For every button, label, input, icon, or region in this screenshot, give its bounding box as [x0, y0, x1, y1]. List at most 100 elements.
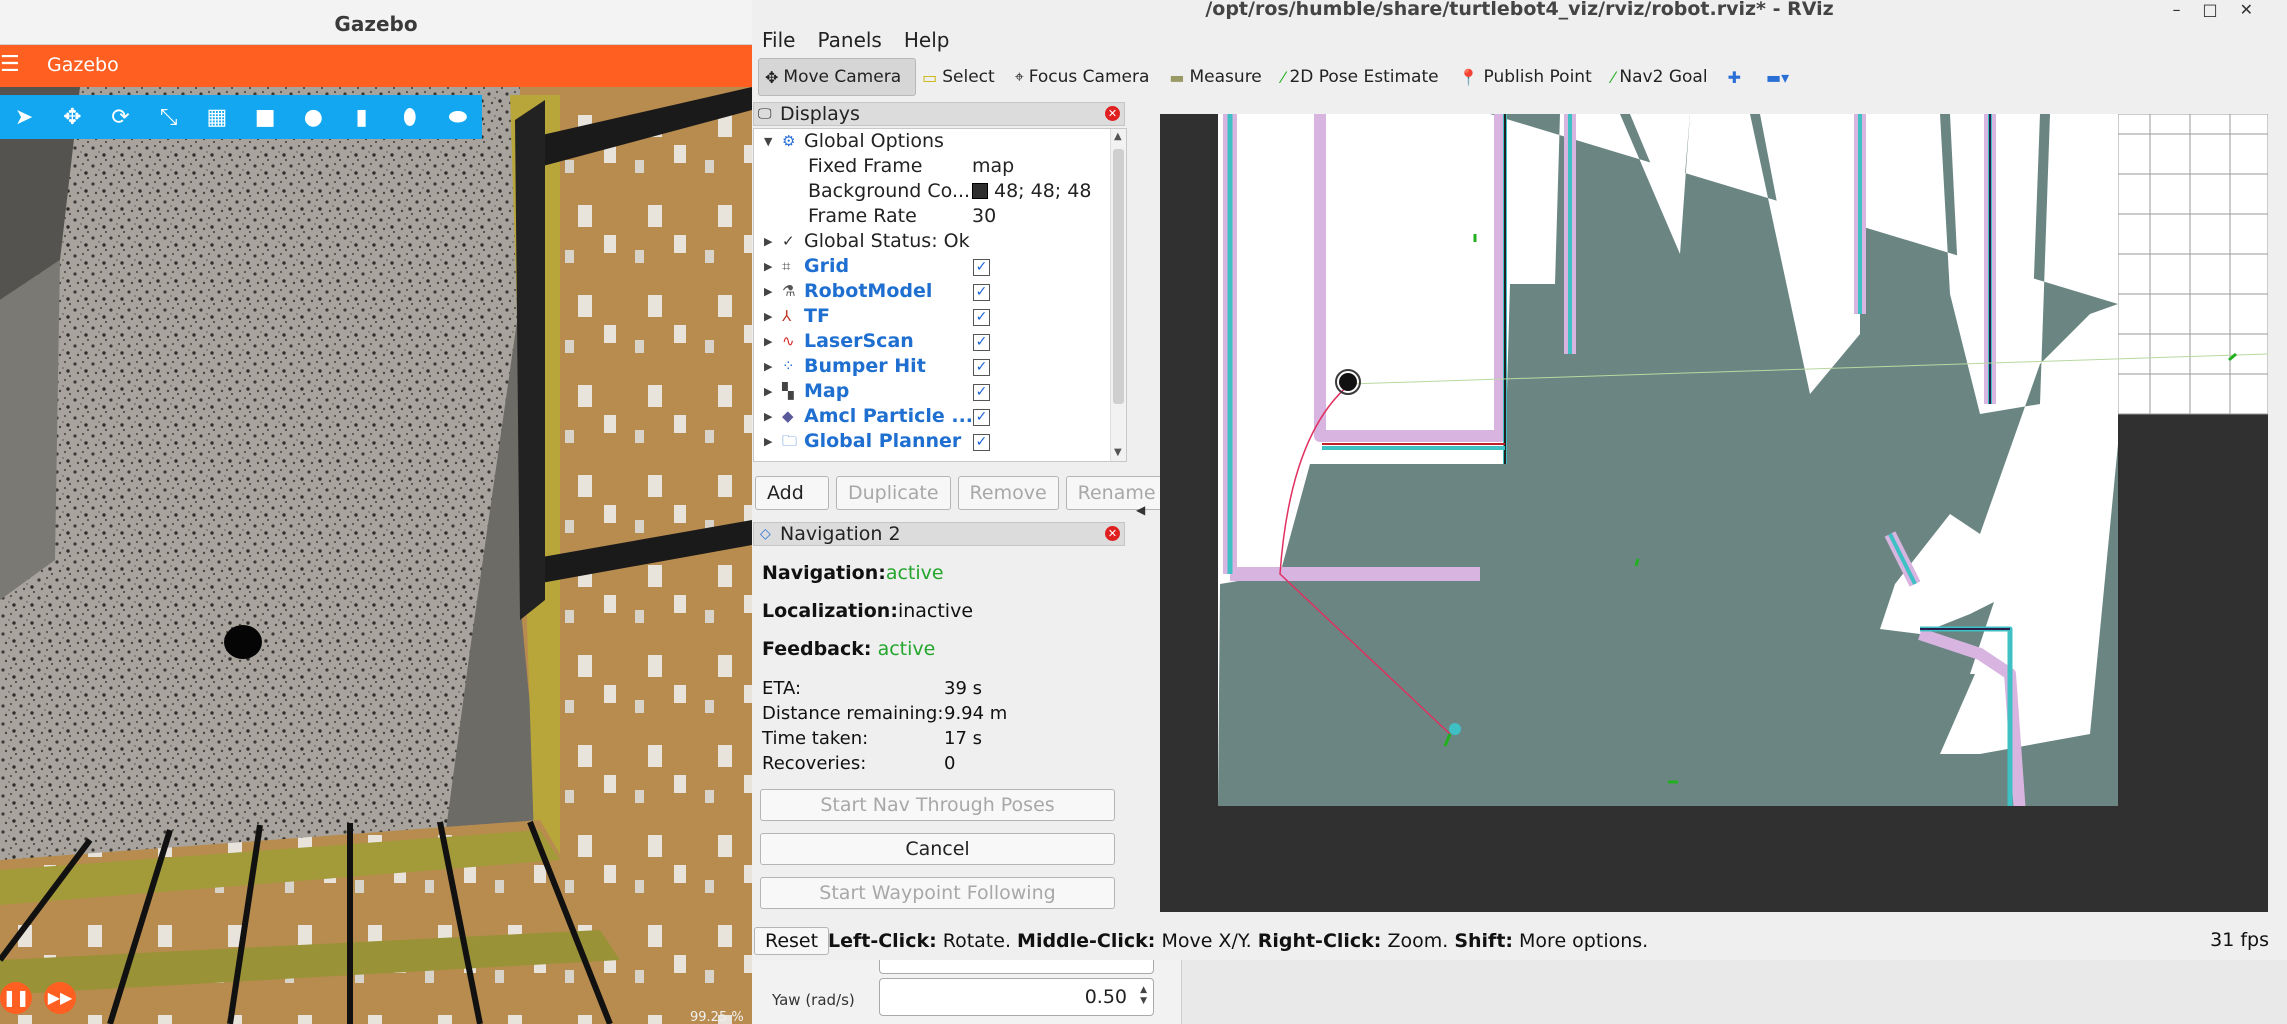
collapsed-arrow-icon[interactable]: ▶	[764, 354, 772, 379]
collapsed-arrow-icon[interactable]: ▶	[764, 404, 772, 429]
collapsed-arrow-icon[interactable]: ▶	[764, 229, 772, 254]
nav2-goal-button[interactable]: ⁄ Nav2 Goal	[1606, 58, 1722, 96]
left-click-text: Rotate.	[936, 930, 1018, 952]
displays-panel-header: 🖵 Displays ✕	[753, 102, 1125, 126]
start-nav-through-poses-button[interactable]: Start Nav Through Poses	[760, 789, 1115, 821]
display-checkbox[interactable]: ✓	[973, 434, 990, 451]
box-icon[interactable]: ■	[241, 95, 289, 139]
grid-icon[interactable]: ▦	[193, 95, 241, 139]
display-name: Bumper Hit	[804, 355, 926, 377]
reset-button[interactable]: Reset	[754, 927, 830, 955]
minimize-icon[interactable]: –	[2172, 0, 2202, 19]
gazebo-3d-scene[interactable]	[0, 87, 752, 1024]
ellipsoid-icon[interactable]: ⬬	[434, 95, 482, 139]
time-taken-value: 17 s	[944, 728, 983, 749]
yaw-field[interactable]: 0.50 ▲ ▼	[879, 978, 1154, 1016]
rename-button[interactable]: Rename	[1065, 476, 1168, 510]
display-checkbox[interactable]: ✓	[973, 284, 990, 301]
tree-row-map[interactable]: ▶ ▚ Map ✓	[754, 379, 1114, 404]
close-panel-icon[interactable]: ✕	[1105, 526, 1120, 541]
tree-row-grid[interactable]: ▶ ⌗ Grid ✓	[754, 254, 1114, 279]
scale-icon[interactable]: ⤡	[145, 95, 193, 139]
collapsed-arrow-icon[interactable]: ▶	[764, 329, 772, 354]
scroll-up-icon[interactable]: ▲	[1114, 131, 1122, 142]
display-checkbox[interactable]: ✓	[973, 309, 990, 326]
select-button[interactable]: ▭ Select	[916, 58, 1009, 96]
tree-row-global-options[interactable]: ▼ ⚙ Global Options	[754, 129, 1114, 154]
rviz-3d-view[interactable]	[1160, 114, 2268, 912]
collapsed-arrow-icon[interactable]: ▶	[764, 254, 772, 279]
close-icon[interactable]: ✕	[2240, 0, 2275, 19]
tree-row-frame-rate[interactable]: Frame Rate 30	[754, 204, 1114, 229]
cancel-button[interactable]: Cancel	[760, 833, 1115, 865]
translate-icon[interactable]: ✥	[48, 95, 96, 139]
scroll-down-icon[interactable]: ▼	[1114, 447, 1122, 458]
tree-row-robotmodel[interactable]: ▶ ⚗ RobotModel ✓	[754, 279, 1114, 304]
minus-icon: ▬▾	[1765, 67, 1790, 87]
collapsed-arrow-icon[interactable]: ▶	[764, 429, 772, 454]
collapsed-arrow-icon[interactable]: ▶	[764, 379, 772, 404]
displays-title: Displays	[780, 103, 860, 125]
folder-icon: 🗀	[782, 432, 798, 450]
display-checkbox[interactable]: ✓	[973, 359, 990, 376]
tree-row-amcl-particles[interactable]: ▶ ◆ Amcl Particle ... ✓	[754, 404, 1114, 429]
window-controls: –□✕	[2172, 0, 2275, 19]
move-camera-button[interactable]: ✥ Move Camera	[758, 58, 917, 96]
collapsed-arrow-icon[interactable]: ▶	[764, 304, 772, 329]
step-forward-icon[interactable]: ▶▶	[44, 982, 76, 1014]
menu-panels[interactable]: Panels	[817, 24, 881, 56]
laser-scan-icon: ∿	[782, 332, 795, 350]
menu-file[interactable]: File	[762, 24, 795, 56]
display-checkbox[interactable]: ✓	[973, 334, 990, 351]
pose-estimate-button[interactable]: ⁄ 2D Pose Estimate	[1276, 58, 1453, 96]
right-click-key: Right-Click:	[1257, 930, 1382, 952]
collapse-panel-arrow-icon[interactable]: ◀	[1136, 503, 1145, 517]
publish-point-button[interactable]: 📍 Publish Point	[1453, 58, 1606, 96]
display-name: Amcl Particle ...	[804, 405, 974, 427]
sphere-icon[interactable]: ●	[289, 95, 337, 139]
tree-row-fixed-frame[interactable]: Fixed Frame map	[754, 154, 1114, 179]
start-waypoint-following-button[interactable]: Start Waypoint Following	[760, 877, 1115, 909]
right-click-text: Zoom.	[1381, 930, 1455, 952]
tree-row-tf[interactable]: ▶ ⅄ TF ✓	[754, 304, 1114, 329]
tree-row-global-status[interactable]: ▶ ✓ Global Status: Ok	[754, 229, 1114, 254]
tree-row-background-color[interactable]: Background Co... 48; 48; 48	[754, 179, 1114, 204]
menu-help[interactable]: Help	[904, 24, 950, 56]
add-tool-button[interactable]: ✚	[1722, 58, 1760, 96]
display-checkbox[interactable]: ✓	[973, 384, 990, 401]
display-checkbox[interactable]: ✓	[973, 409, 990, 426]
shift-text: More options.	[1513, 930, 1649, 952]
scroll-thumb[interactable]	[1113, 149, 1124, 404]
displays-scrollbar[interactable]: ▲ ▼	[1110, 129, 1126, 461]
tree-row-laserscan[interactable]: ▶ ∿ LaserScan ✓	[754, 329, 1114, 354]
tree-row-bumper-hit[interactable]: ▶ ⁘ Bumper Hit ✓	[754, 354, 1114, 379]
spin-arrows-icon[interactable]: ▲ ▼	[1140, 985, 1147, 1007]
displays-tree[interactable]: ▼ ⚙ Global Options Fixed Frame map Backgrou…	[753, 128, 1127, 462]
remove-tool-button[interactable]: ▬▾	[1760, 58, 1808, 96]
cylinder-icon[interactable]: ▮	[337, 95, 385, 139]
close-panel-icon[interactable]: ✕	[1105, 106, 1120, 121]
background-color-text: 48; 48; 48	[994, 180, 1092, 202]
hamburger-icon[interactable]: ☰	[0, 52, 20, 77]
pause-icon[interactable]: ❚❚	[0, 982, 32, 1014]
duplicate-button[interactable]: Duplicate	[836, 476, 951, 510]
focus-camera-button[interactable]: ⌖ Focus Camera	[1009, 58, 1164, 96]
rotate-icon[interactable]: ⟳	[96, 95, 144, 139]
measure-button[interactable]: ▬ Measure	[1163, 58, 1275, 96]
publish-point-label: Publish Point	[1483, 67, 1592, 87]
maximize-icon[interactable]: □	[2202, 0, 2239, 19]
yaw-label: Yaw (rad/s)	[772, 991, 855, 1009]
fixed-frame-value[interactable]: map	[972, 154, 1014, 179]
select-icon[interactable]: ➤	[0, 95, 48, 139]
expanded-arrow-icon[interactable]: ▼	[764, 129, 772, 154]
frame-rate-value[interactable]: 30	[972, 204, 996, 229]
navigation-status: Navigation:active	[762, 562, 944, 584]
add-button[interactable]: Add	[755, 476, 829, 510]
global-status-label: Global Status: Ok	[804, 230, 970, 252]
collapsed-arrow-icon[interactable]: ▶	[764, 279, 772, 304]
remove-button[interactable]: Remove	[957, 476, 1059, 510]
tree-row-global-planner[interactable]: ▶ 🗀 Global Planner ✓	[754, 429, 1114, 454]
background-color-value[interactable]: 48; 48; 48	[972, 179, 1091, 204]
display-checkbox[interactable]: ✓	[973, 259, 990, 276]
capsule-icon[interactable]: ⬮	[386, 95, 434, 139]
